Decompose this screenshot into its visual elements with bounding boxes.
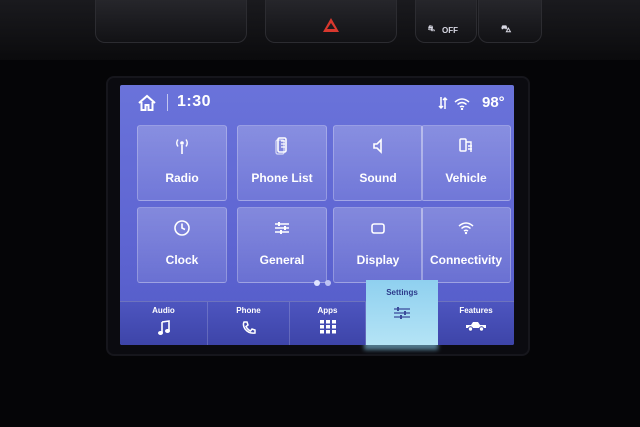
nav-label: Phone (236, 306, 261, 315)
music-note-icon (120, 320, 207, 336)
page-dot-2[interactable] (325, 280, 331, 286)
tile-vehicle[interactable]: Vehicle (421, 125, 511, 201)
settings-sliders-icon (366, 306, 438, 320)
status-bar: 1:30 98° (120, 85, 514, 119)
nav-label: Audio (152, 306, 175, 315)
tile-general[interactable]: General (237, 207, 327, 283)
sync-icon (438, 96, 448, 115)
page-dot-1[interactable] (314, 280, 320, 286)
tile-label: Display (356, 253, 400, 267)
bottom-nav-bar: Audio Phone Apps Settings Features (120, 280, 514, 345)
tile-label: Phone List (251, 171, 313, 185)
clock-icon (138, 218, 226, 240)
clock-time: 1:30 (177, 93, 212, 110)
tile-label: Clock (165, 253, 199, 267)
tile-connectivity[interactable]: Connectivity (421, 207, 511, 283)
nav-apps[interactable]: Apps (290, 302, 366, 345)
hill-descent-button[interactable]: ⛍ (478, 0, 542, 43)
nav-features[interactable]: Features (438, 302, 514, 345)
display-icon (334, 218, 422, 240)
nav-settings[interactable]: Settings (366, 280, 438, 345)
tile-clock[interactable]: Clock (137, 207, 227, 283)
sliders-icon (238, 218, 326, 240)
phone-list-icon (238, 136, 326, 158)
home-icon[interactable] (137, 94, 157, 117)
wifi-icon (454, 97, 470, 115)
dash-button-left[interactable] (95, 0, 247, 43)
tile-label: General (259, 253, 305, 267)
tile-radio[interactable]: Radio (137, 125, 227, 201)
status-divider (167, 94, 168, 111)
hill-descent-icon: ⛍ (501, 24, 512, 35)
tile-display[interactable]: Display (333, 207, 423, 283)
tile-phone-list[interactable]: Phone List (237, 125, 327, 201)
hazard-icon (323, 18, 339, 32)
nav-phone[interactable]: Phone (208, 302, 290, 345)
outside-temperature: 98° (482, 94, 505, 111)
tile-label: Radio (165, 171, 199, 185)
settings-grid: Radio Phone List Sound Vehicle Clock Gen… (137, 125, 511, 285)
traction-off-button[interactable]: ⛐ OFF (415, 0, 477, 43)
tile-sound[interactable]: Sound (333, 125, 423, 201)
phone-icon (208, 320, 289, 336)
hazard-button[interactable] (265, 0, 397, 43)
truck-icon (438, 320, 514, 332)
nav-label: Settings (386, 288, 418, 297)
wifi-icon (422, 218, 510, 240)
apps-grid-icon (290, 320, 365, 334)
tile-label: Connectivity (429, 253, 502, 267)
traction-off-label: OFF (442, 26, 458, 35)
speaker-icon (334, 136, 422, 158)
tile-label: Sound (359, 171, 397, 185)
nav-audio[interactable]: Audio (120, 302, 208, 345)
vehicle-settings-icon (422, 136, 510, 158)
infotainment-screen: 1:30 98° Radio Phone List Sound Vehicle … (120, 85, 514, 345)
nav-label: Features (459, 306, 493, 315)
traction-off-icon: ⛐ (428, 24, 435, 33)
radio-antenna-icon (138, 136, 226, 158)
tile-label: Vehicle (445, 171, 487, 185)
nav-label: Apps (317, 306, 338, 315)
